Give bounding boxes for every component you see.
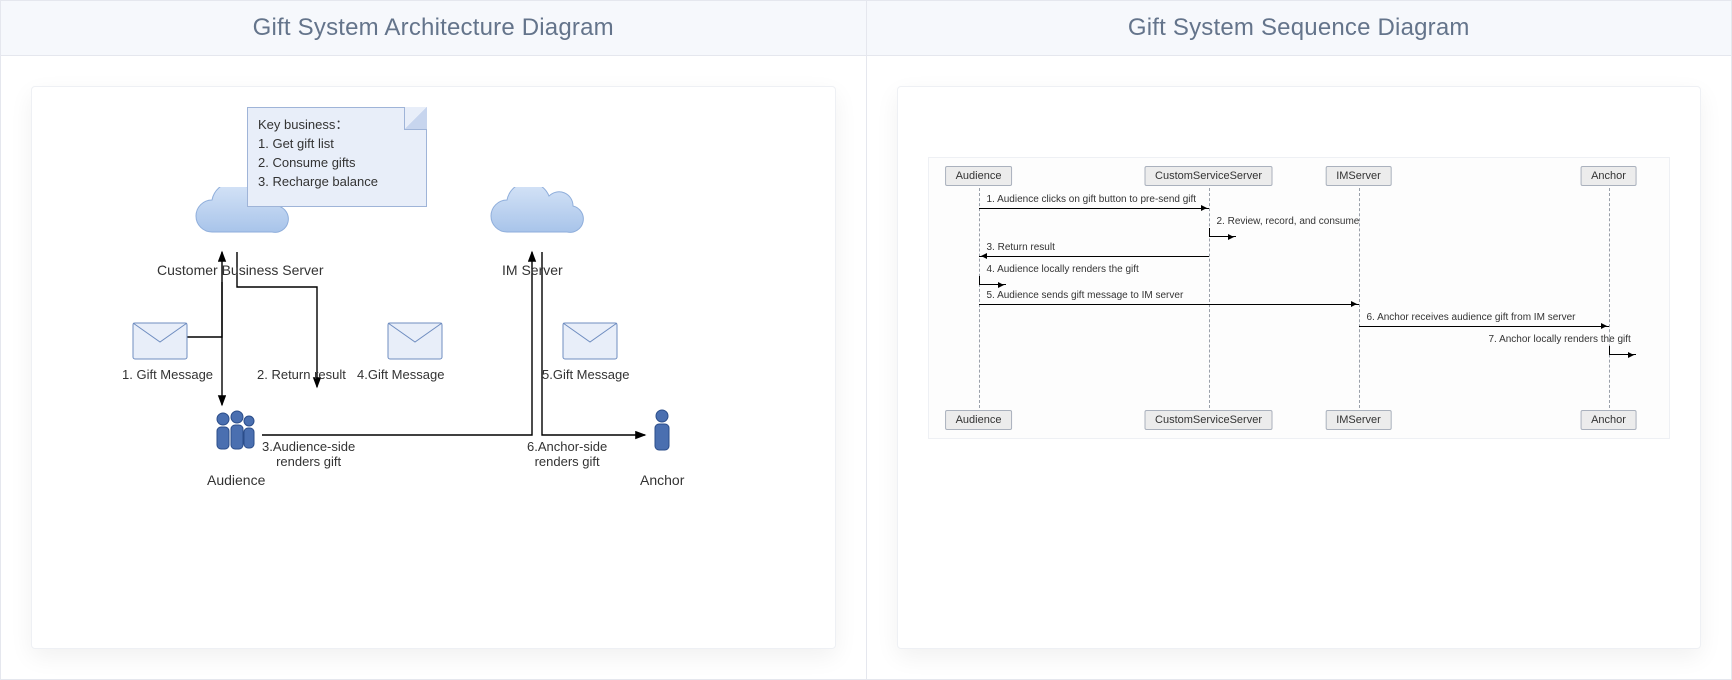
anchor-person-icon xyxy=(647,407,677,463)
seq-arrow-4-self xyxy=(979,276,1006,285)
step-3-label: 3.Audience-side renders gift xyxy=(262,439,355,469)
lifeline-anchor xyxy=(1609,188,1610,408)
lane-box-custom-service-server-top: CustomServiceServer xyxy=(1144,166,1273,186)
architecture-card: Key business： 1. Get gift list 2. Consum… xyxy=(31,86,836,649)
lane-box-custom-service-server-bottom: CustomServiceServer xyxy=(1144,410,1273,430)
architecture-title: Gift System Architecture Diagram xyxy=(1,1,866,56)
lane-box-audience-bottom: Audience xyxy=(945,410,1013,430)
lane-box-im-server-top: IMServer xyxy=(1325,166,1392,186)
seq-arrow-3 xyxy=(979,256,1209,257)
seq-msg-1: 1. Audience clicks on gift button to pre… xyxy=(987,194,1197,205)
seq-msg-3: 3. Return result xyxy=(987,242,1055,253)
seq-arrow-5 xyxy=(979,304,1359,305)
cloud-icon xyxy=(477,187,587,247)
seq-msg-6: 6. Anchor receives audience gift from IM… xyxy=(1367,312,1576,323)
page-root: Gift System Architecture Diagram Key bus… xyxy=(0,0,1732,680)
audience-group-icon xyxy=(207,407,263,463)
im-server-label: IM Server xyxy=(502,262,563,278)
lane-box-anchor-bottom: Anchor xyxy=(1580,410,1637,430)
step-2-label: 2. Return result xyxy=(257,367,346,382)
sequence-title: Gift System Sequence Diagram xyxy=(867,1,1732,56)
architecture-body: Key business： 1. Get gift list 2. Consum… xyxy=(1,56,866,679)
sequence-inner: Audience CustomServiceServer IMServer An… xyxy=(928,157,1671,439)
seq-arrow-2-self xyxy=(1209,228,1236,237)
architecture-diagram: Key business： 1. Get gift list 2. Consum… xyxy=(32,87,835,648)
anchor-label: Anchor xyxy=(640,472,684,488)
seq-msg-5: 5. Audience sends gift message to IM ser… xyxy=(987,290,1184,301)
envelope-icon xyxy=(132,322,188,360)
seq-arrow-1 xyxy=(979,208,1209,209)
note-heading: Key business： xyxy=(258,116,416,135)
step-6-label: 6.Anchor-side renders gift xyxy=(527,439,607,469)
envelope-icon xyxy=(562,322,618,360)
seq-msg-4: 4. Audience locally renders the gift xyxy=(987,264,1139,275)
envelope-icon xyxy=(387,322,443,360)
lane-box-audience-top: Audience xyxy=(945,166,1013,186)
note-item-1: 1. Get gift list xyxy=(258,135,416,154)
lane-box-anchor-top: Anchor xyxy=(1580,166,1637,186)
business-server-label: Customer Business Server xyxy=(157,262,324,278)
note-item-3: 3. Recharge balance xyxy=(258,173,416,192)
lifeline-audience xyxy=(979,188,980,408)
gift-message-1-label: 1. Gift Message xyxy=(122,367,213,382)
seq-arrow-7-self xyxy=(1609,346,1636,355)
key-business-note: Key business： 1. Get gift list 2. Consum… xyxy=(247,107,427,207)
gift-message-5-label: 5.Gift Message xyxy=(542,367,629,382)
architecture-panel: Gift System Architecture Diagram Key bus… xyxy=(1,1,867,679)
sequence-diagram: Audience CustomServiceServer IMServer An… xyxy=(898,87,1701,648)
seq-msg-7: 7. Anchor locally renders the gift xyxy=(1489,334,1631,345)
sequence-panel: Gift System Sequence Diagram Audience Cu… xyxy=(867,1,1732,679)
lifeline-custom-service-server xyxy=(1209,188,1210,408)
seq-arrow-6 xyxy=(1359,326,1609,327)
note-item-2: 2. Consume gifts xyxy=(258,154,416,173)
seq-msg-2: 2. Review, record, and consume xyxy=(1217,216,1360,227)
audience-label: Audience xyxy=(207,472,265,488)
sequence-card: Audience CustomServiceServer IMServer An… xyxy=(897,86,1702,649)
gift-message-4-label: 4.Gift Message xyxy=(357,367,444,382)
sequence-body: Audience CustomServiceServer IMServer An… xyxy=(867,56,1732,679)
lane-box-im-server-bottom: IMServer xyxy=(1325,410,1392,430)
